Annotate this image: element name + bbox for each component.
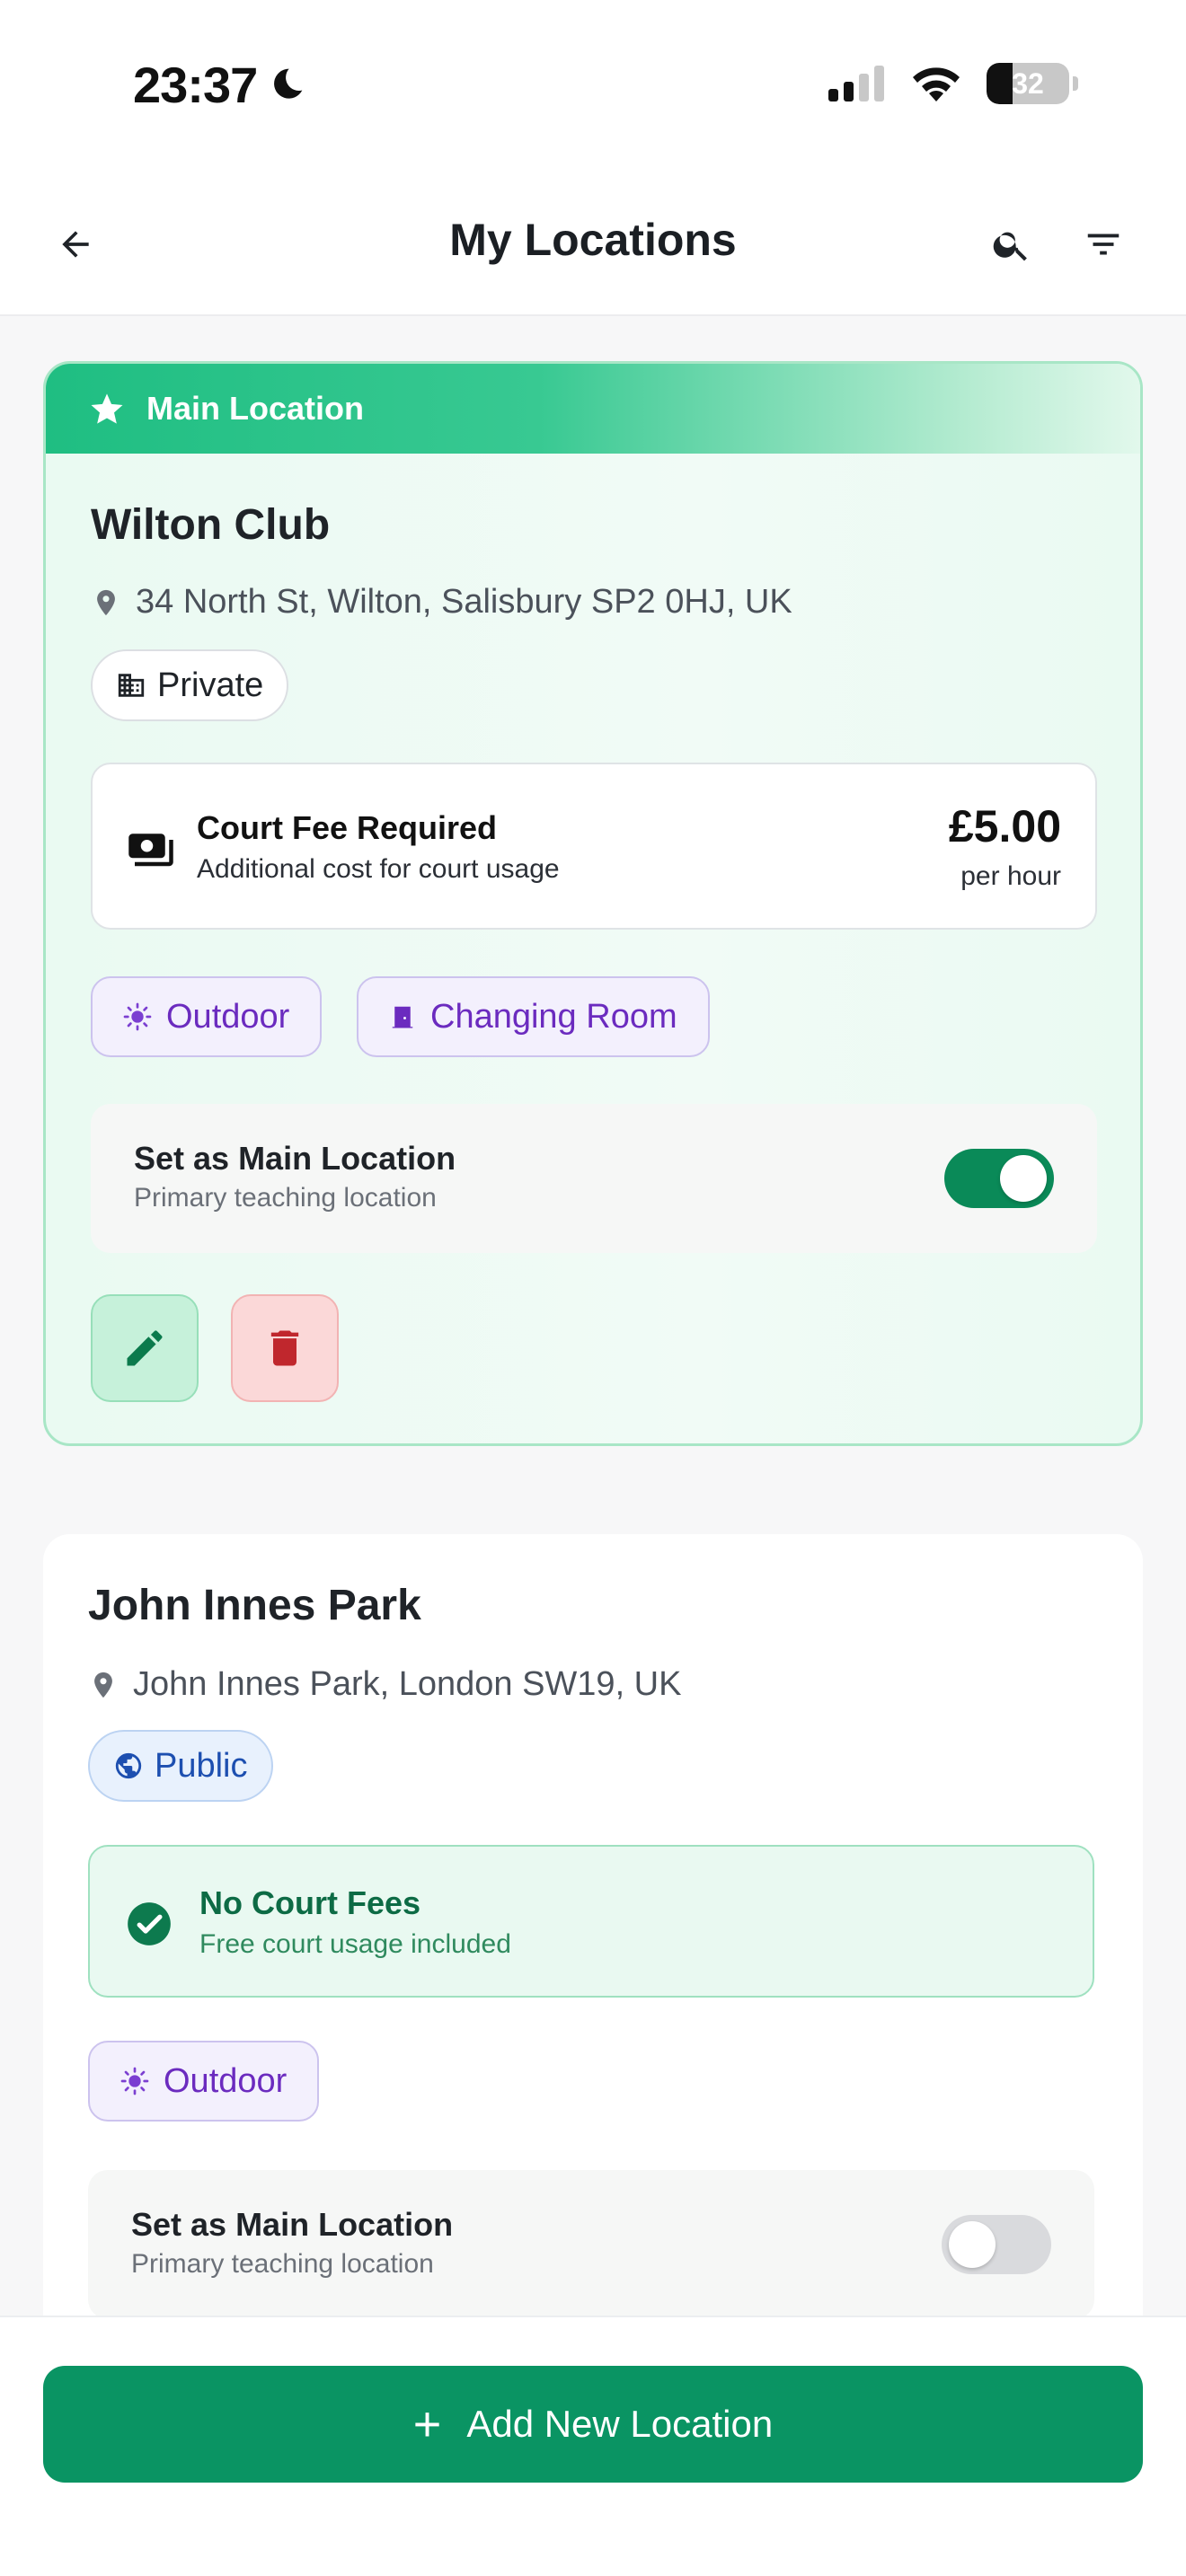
amenity-label: Changing Room xyxy=(430,997,677,1036)
fee-subtitle: Additional cost for court usage xyxy=(197,854,560,884)
main-location-subtitle: Primary teaching location xyxy=(131,2249,434,2279)
amenity-chip-outdoor: Outdoor xyxy=(91,976,323,1057)
address-text: John Innes Park, London SW19, UK xyxy=(133,1665,682,1703)
add-location-label: Add New Location xyxy=(466,2403,774,2445)
location-name: John Innes Park xyxy=(88,1582,421,1629)
app-header: My Locations xyxy=(0,171,1186,316)
location-card-wilton-club[interactable]: Main Location Wilton Club 34 North St, W… xyxy=(43,361,1143,1446)
type-chip-private: Private xyxy=(91,649,289,721)
filter-button[interactable] xyxy=(1076,217,1130,271)
main-location-title: Set as Main Location xyxy=(134,1140,456,1177)
search-button[interactable] xyxy=(985,217,1039,271)
wifi-icon xyxy=(913,67,960,101)
status-time-text: 23:37 xyxy=(133,57,258,113)
fee-price: £5.00 xyxy=(948,801,1061,851)
battery-indicator: 32 xyxy=(987,63,1069,104)
building-icon xyxy=(118,674,145,697)
toggle-knob xyxy=(1000,1155,1047,1202)
amenity-label: Outdoor xyxy=(164,2061,288,2100)
court-fee-box: Court Fee Required Additional cost for c… xyxy=(91,763,1097,930)
filter-icon xyxy=(1087,234,1120,255)
map-pin-icon xyxy=(97,589,115,615)
status-icons: 32 xyxy=(827,63,1078,104)
toggle-knob xyxy=(949,2221,996,2268)
type-chip-public: Public xyxy=(88,1730,273,1802)
type-label: Private xyxy=(157,666,264,704)
check-circle-icon xyxy=(128,1902,171,1945)
main-location-title: Set as Main Location xyxy=(131,2206,454,2243)
bottom-action-bar: + Add New Location xyxy=(0,2316,1186,2576)
star-icon xyxy=(91,393,123,424)
no-court-fee-box: No Court Fees Free court usage included xyxy=(88,1845,1094,1998)
address-text: 34 North St, Wilton, Salisbury SP2 0HJ, … xyxy=(136,583,792,621)
fee-title: Court Fee Required xyxy=(197,809,498,846)
fee-title: No Court Fees xyxy=(199,1884,421,1921)
status-time: 23:37 xyxy=(133,56,305,114)
cellular-signal-icon xyxy=(828,66,884,101)
delete-button[interactable] xyxy=(231,1294,339,1402)
search-icon xyxy=(993,232,1027,261)
set-main-location-row: Set as Main Location Primary teaching lo… xyxy=(91,1104,1097,1253)
amenity-label: Outdoor xyxy=(166,997,290,1036)
status-bar: 23:37 32 xyxy=(0,0,1186,171)
money-icon xyxy=(128,834,173,867)
edit-button[interactable] xyxy=(91,1294,199,1402)
location-address: John Innes Park, London SW19, UK xyxy=(88,1665,681,1704)
main-location-banner: Main Location xyxy=(46,364,1140,454)
fee-unit: per hour xyxy=(960,861,1061,891)
location-name: Wilton Club xyxy=(91,501,331,549)
main-location-toggle[interactable] xyxy=(944,1149,1054,1208)
globe-icon xyxy=(115,1752,142,1779)
banner-label: Main Location xyxy=(146,390,364,427)
door-icon xyxy=(392,1006,413,1028)
sun-icon xyxy=(120,2067,149,2095)
location-address: 34 North St, Wilton, Salisbury SP2 0HJ, … xyxy=(91,583,792,622)
battery-level: 32 xyxy=(1012,66,1044,100)
fee-subtitle: Free court usage included xyxy=(199,1929,511,1959)
main-location-toggle[interactable] xyxy=(942,2215,1051,2274)
sun-icon xyxy=(123,1002,152,1031)
pencil-icon xyxy=(127,1330,163,1366)
plus-icon: + xyxy=(412,2397,442,2451)
amenity-chip-outdoor: Outdoor xyxy=(88,2041,320,2122)
add-new-location-button[interactable]: + Add New Location xyxy=(43,2366,1143,2483)
main-location-subtitle: Primary teaching location xyxy=(134,1183,437,1213)
moon-icon xyxy=(274,68,303,99)
trash-icon xyxy=(270,1330,299,1366)
set-main-location-row: Set as Main Location Primary teaching lo… xyxy=(88,2170,1094,2319)
map-pin-icon xyxy=(94,1672,112,1698)
amenity-chip-changing-room: Changing Room xyxy=(357,976,710,1057)
type-label: Public xyxy=(155,1746,248,1785)
